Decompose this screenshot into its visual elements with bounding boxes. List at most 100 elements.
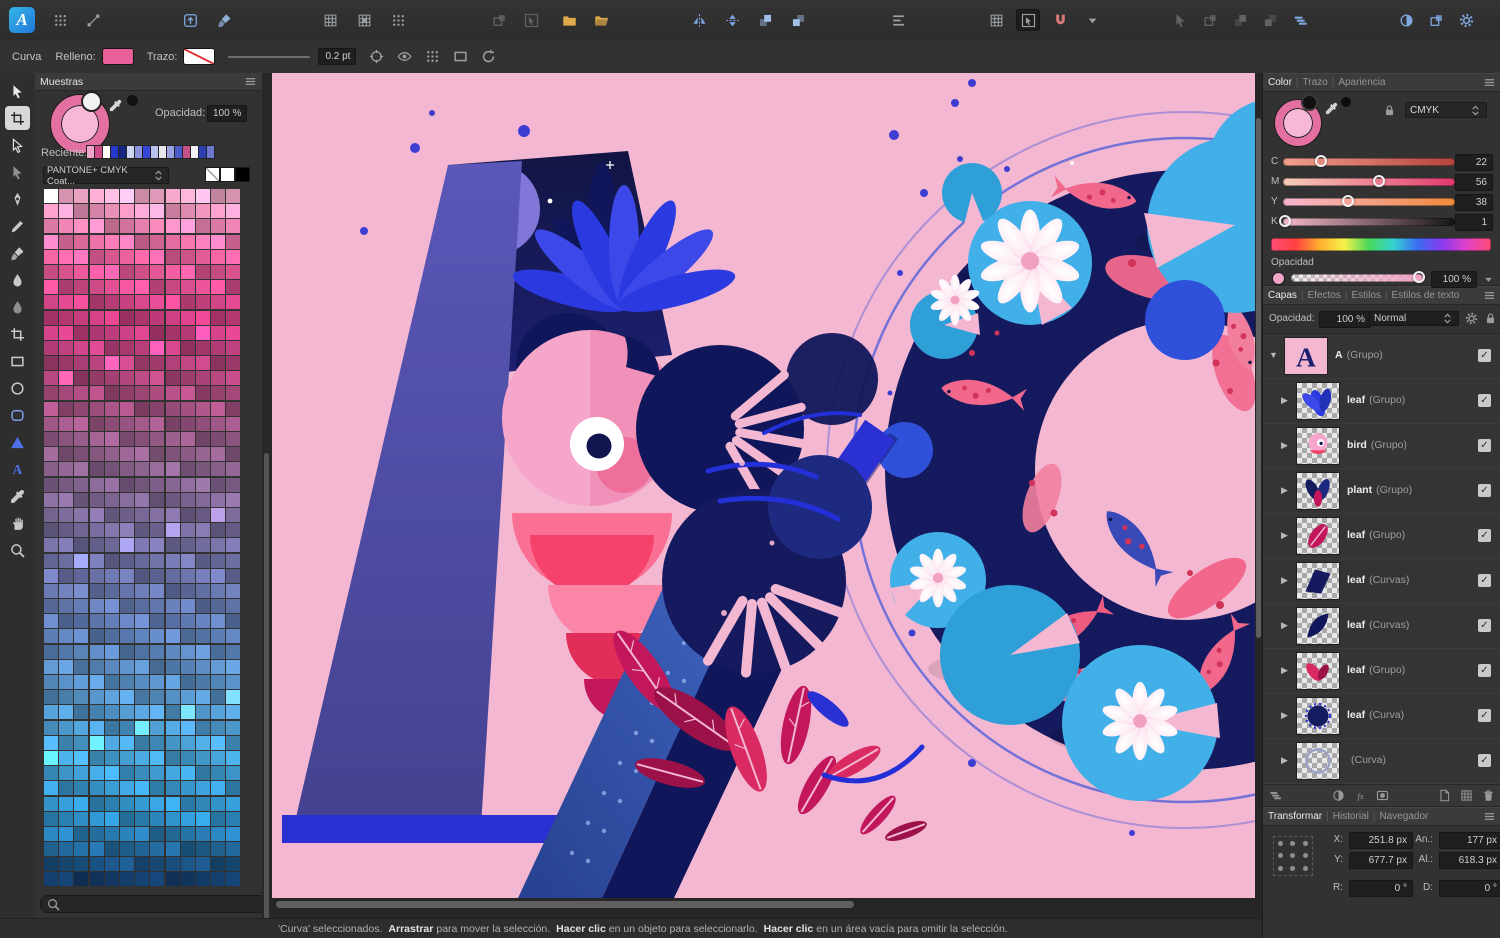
swatch-cell[interactable] [59,826,74,841]
swatch-cell[interactable] [226,432,241,446]
swatch-cell[interactable] [74,310,89,325]
swatch-cell[interactable] [59,204,74,219]
swatch-cell[interactable] [135,553,150,568]
export-persona-icon[interactable] [178,9,202,31]
swatch-cell[interactable] [195,538,210,553]
swatch-cell[interactable] [195,781,210,796]
swatch-cell[interactable] [211,432,226,446]
swatch-cell[interactable] [135,249,150,264]
swatch-cell[interactable] [150,720,165,735]
swatch-cell[interactable] [165,599,180,614]
swatch-cell[interactable] [135,507,150,522]
swatch-cell[interactable] [226,189,241,203]
swatch-cell[interactable] [226,340,241,355]
swatch-cell[interactable] [180,371,195,386]
swatch-cell[interactable] [165,523,180,538]
recent-swatch[interactable] [143,146,150,158]
disclosure-icon[interactable]: ▶ [1281,485,1288,496]
swatch-cell[interactable] [150,386,165,401]
swatch-cell[interactable] [89,204,104,219]
swatch-cell[interactable] [150,811,165,826]
swatch-cell[interactable] [195,189,210,203]
group-icon[interactable] [557,9,581,31]
rotation-center-icon[interactable] [369,49,384,64]
move-forward-icon[interactable] [753,9,777,31]
swatch-cell[interactable] [59,219,74,234]
fill-color-well[interactable] [51,95,109,153]
swatch-cell[interactable] [180,280,195,295]
swatch-cell[interactable] [89,644,104,659]
swatch-cell[interactable] [195,523,210,538]
quick-swatch[interactable] [236,168,249,181]
channel-slider[interactable] [1283,155,1455,167]
move-by-whole-pixels-icon[interactable] [1016,9,1040,31]
swatch-cell[interactable] [59,720,74,735]
swatch-cell[interactable] [104,735,119,750]
swatch-cell[interactable] [74,401,89,416]
swatch-cell[interactable] [74,629,89,644]
swatch-cell[interactable] [180,675,195,689]
swatch-cell[interactable] [104,492,119,507]
swatch-cell[interactable] [44,264,58,279]
recent-swatch[interactable] [151,146,158,158]
swatch-cell[interactable] [89,234,104,249]
stroke-color-well[interactable] [83,93,100,110]
swatch-cell[interactable] [226,401,241,416]
swatch-cell[interactable] [44,204,58,219]
transform-bounds-icon[interactable] [453,49,468,64]
opacity-caret-icon[interactable] [1482,273,1495,286]
swatch-cell[interactable] [44,249,58,264]
swatch-cell[interactable] [119,477,134,492]
swatch-cell[interactable] [135,416,150,431]
swatch-cell[interactable] [195,416,210,431]
swatch-cell[interactable] [195,492,210,507]
swatch-cell[interactable] [104,325,119,340]
panel-menu-icon[interactable] [244,75,257,88]
layer-row[interactable]: ▶ bird (Grupo) ✓ [1263,424,1500,469]
swatch-cell[interactable] [195,462,210,477]
anchor-point-grid[interactable] [1273,836,1313,876]
swatch-cell[interactable] [89,462,104,477]
swatch-cell[interactable] [119,842,134,857]
swatch-cell[interactable] [59,599,74,614]
tab-historial[interactable]: Historial [1333,811,1369,822]
swatch-cell[interactable] [89,189,104,203]
swatch-cell[interactable] [44,826,58,841]
point-transform-tool[interactable] [5,160,30,184]
swatch-cell[interactable] [119,659,134,674]
swatch-cell[interactable] [226,295,241,310]
eyedropper-icon[interactable] [1325,102,1338,115]
swatch-cell[interactable] [119,720,134,735]
swatch-cell[interactable] [89,264,104,279]
disclosure-icon[interactable]: ▶ [1281,755,1288,766]
layer-row[interactable]: ▶ leaf (Curva) ✓ [1263,694,1500,739]
swatch-cell[interactable] [226,781,241,796]
swatch-cell[interactable] [180,447,195,462]
layer-thumbnail[interactable] [1297,743,1339,779]
swatch-cell[interactable] [74,325,89,340]
swatch-cell[interactable] [211,325,226,340]
swatch-cell[interactable] [165,249,180,264]
swatch-cell[interactable] [195,583,210,598]
swatch-cell[interactable] [104,872,119,887]
swatch-cell[interactable] [104,401,119,416]
swatch-cell[interactable] [195,872,210,887]
swatch-cell[interactable] [44,735,58,750]
swatch-cell[interactable] [104,249,119,264]
swatch-cell[interactable] [135,690,150,705]
swatch-cell[interactable] [226,811,241,826]
layers-opacity-value[interactable]: 100 % [1319,311,1371,328]
swatch-cell[interactable] [104,386,119,401]
swatch-cell[interactable] [135,340,150,355]
swatch-cell[interactable] [165,872,180,887]
insert-top-icon[interactable] [1228,9,1252,31]
disclosure-icon[interactable]: ▶ [1281,530,1288,541]
zoom-tool[interactable] [5,538,30,562]
swatch-cell[interactable] [226,371,241,386]
swatch-cell[interactable] [180,644,195,659]
swatch-cell[interactable] [104,264,119,279]
swatch-cell[interactable] [195,644,210,659]
swatches-opacity-value[interactable]: 100 % [207,105,248,122]
swatch-cell[interactable] [104,310,119,325]
swatch-cell[interactable] [150,781,165,796]
